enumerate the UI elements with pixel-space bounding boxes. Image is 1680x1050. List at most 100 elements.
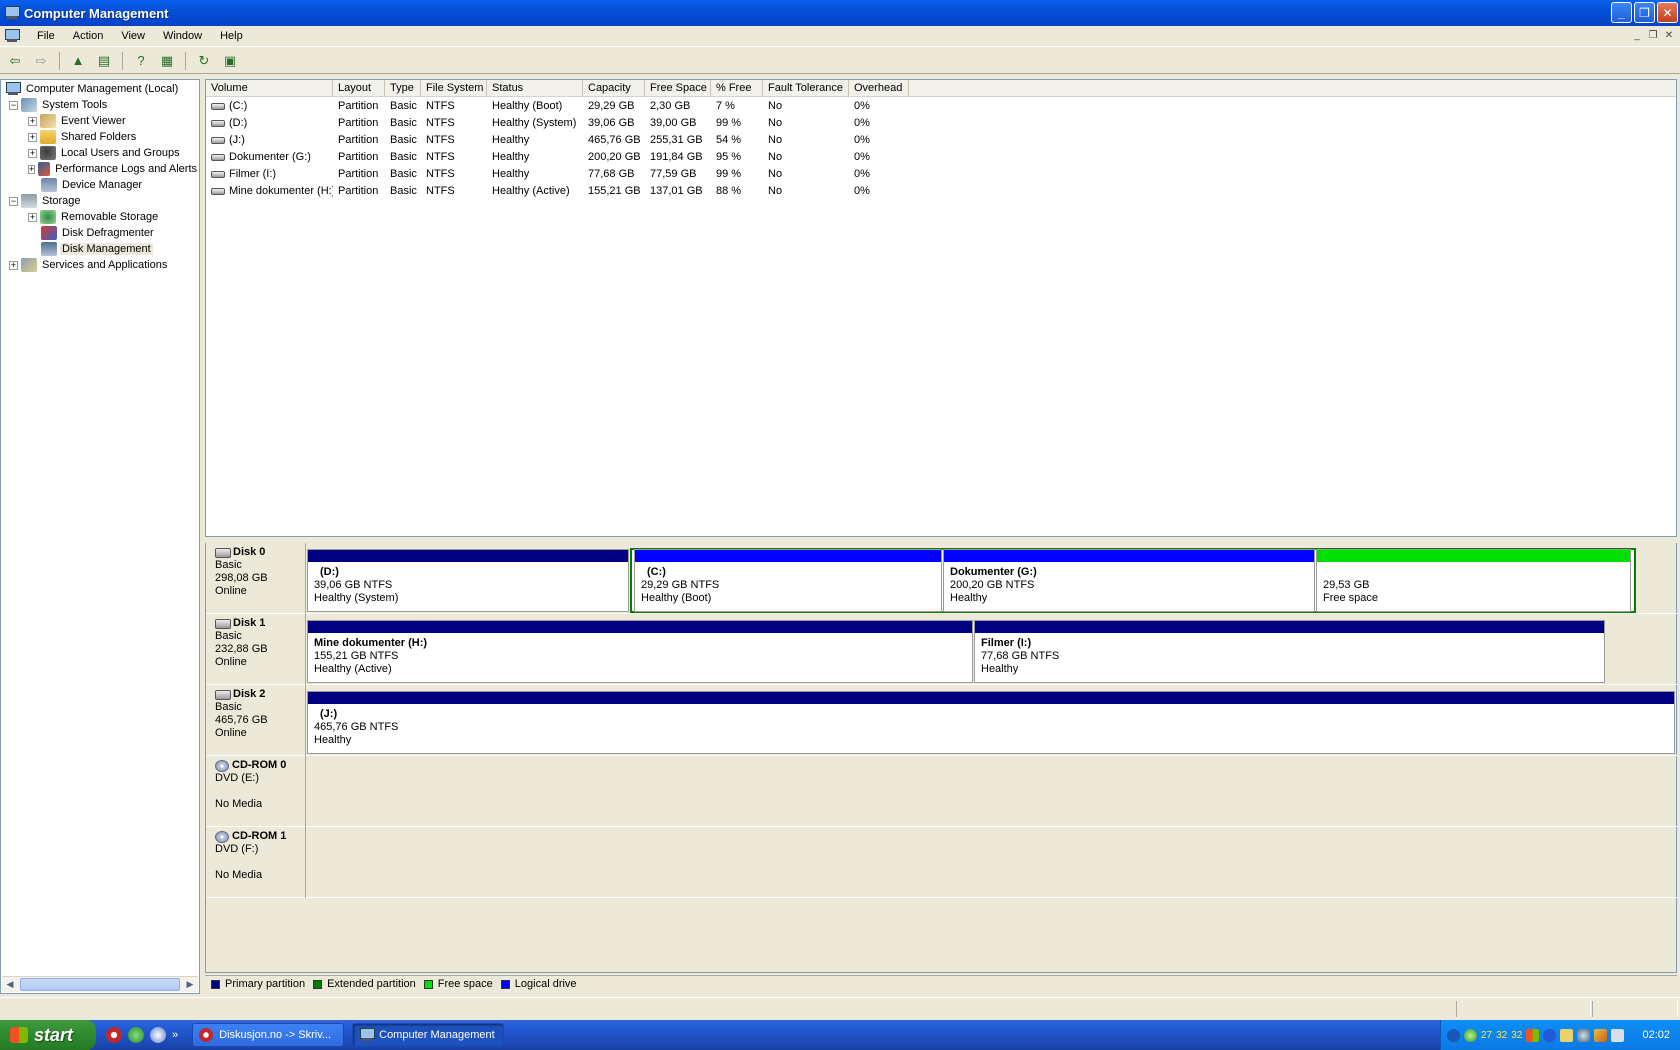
taskbar-item-browser[interactable]: Diskusjon.no -> Skriv... xyxy=(192,1023,345,1047)
child-close-button[interactable]: ✕ xyxy=(1662,29,1676,43)
disk-graphical-view[interactable]: Disk 0 Basic 298,08 GB Online (D:) 39,06 … xyxy=(205,543,1678,973)
partition-d[interactable]: (D:) 39,06 GB NTFS Healthy (System) xyxy=(307,549,629,612)
column-capacity[interactable]: Capacity xyxy=(583,80,645,97)
column-fault-tolerance[interactable]: Fault Tolerance xyxy=(763,80,849,97)
disk-info[interactable]: Disk 2 Basic 465,76 GB Online xyxy=(206,685,306,756)
restore-button[interactable]: ❐ xyxy=(1634,2,1655,23)
tree-item-root[interactable]: Computer Management (Local) xyxy=(5,81,180,97)
messenger-icon[interactable] xyxy=(128,1027,144,1043)
tray-app-icon[interactable] xyxy=(1526,1028,1540,1042)
tray-temperature[interactable]: 27 xyxy=(1481,1030,1492,1041)
expand-icon[interactable]: + xyxy=(28,212,37,222)
disk-row[interactable]: Disk 2 Basic 465,76 GB Online (J:) 465,76… xyxy=(206,685,1678,756)
tray-app-icon[interactable] xyxy=(1560,1028,1574,1042)
table-row[interactable]: Dokumenter (G:) Partition Basic NTFS Hea… xyxy=(206,149,1676,166)
cdrom-row[interactable]: CD-ROM 1 DVD (F:) No Media xyxy=(206,827,1678,898)
cdrom-info[interactable]: CD-ROM 0 DVD (E:) No Media xyxy=(206,756,306,827)
back-arrow-icon[interactable]: ⇦ xyxy=(4,51,26,71)
expand-icon[interactable]: + xyxy=(28,116,37,126)
help-icon[interactable]: ? xyxy=(130,51,152,71)
expand-icon[interactable]: + xyxy=(28,132,37,142)
document-icon[interactable] xyxy=(4,29,20,43)
collapse-icon[interactable]: − xyxy=(9,100,18,110)
tray-expand-icon[interactable] xyxy=(1447,1028,1460,1042)
menu-view[interactable]: View xyxy=(112,30,154,42)
partition-g[interactable]: Dokumenter (G:) 200,20 GB NTFS Healthy xyxy=(943,549,1315,612)
tree-item-event-viewer[interactable]: + Event Viewer xyxy=(28,113,128,129)
column-percent-free[interactable]: % Free xyxy=(711,80,763,97)
volume-list[interactable]: Volume Layout Type File System Status Ca… xyxy=(205,79,1677,537)
tree-horizontal-scrollbar[interactable]: ◀ ▶ xyxy=(2,976,198,992)
child-restore-button[interactable]: ❐ xyxy=(1646,29,1660,43)
column-layout[interactable]: Layout xyxy=(333,80,385,97)
tree-item-device-manager[interactable]: Device Manager xyxy=(41,177,144,193)
menu-window[interactable]: Window xyxy=(154,30,211,42)
opera-icon[interactable] xyxy=(106,1027,122,1043)
partition-j[interactable]: (J:) 465,76 GB NTFS Healthy xyxy=(307,691,1675,754)
column-type[interactable]: Type xyxy=(385,80,421,97)
partition-i[interactable]: Filmer (I:) 77,68 GB NTFS Healthy xyxy=(974,620,1605,683)
refresh-icon[interactable]: ↻ xyxy=(193,51,215,71)
column-status[interactable]: Status xyxy=(487,80,583,97)
export-icon[interactable]: ▣ xyxy=(219,51,241,71)
table-row[interactable]: (D:) Partition Basic NTFS Healthy (Syste… xyxy=(206,115,1676,132)
scroll-left-icon[interactable]: ◀ xyxy=(2,977,18,992)
menu-file[interactable]: File xyxy=(28,30,64,42)
disk-row[interactable]: Disk 0 Basic 298,08 GB Online (D:) 39,06 … xyxy=(206,543,1678,614)
tree-item-removable-storage[interactable]: + Removable Storage xyxy=(28,209,160,225)
show-hide-tree-icon[interactable]: ▤ xyxy=(93,51,115,71)
bluetooth-icon[interactable] xyxy=(1543,1028,1557,1042)
tray-app-icon[interactable] xyxy=(1594,1028,1608,1042)
collapse-icon[interactable]: − xyxy=(9,196,18,206)
forward-arrow-icon[interactable]: ⇨ xyxy=(30,51,52,71)
tray-app-icon[interactable] xyxy=(1577,1028,1591,1042)
quick-launch-more-icon[interactable]: » xyxy=(172,1029,178,1041)
partition-c[interactable]: (C:) 29,29 GB NTFS Healthy (Boot) xyxy=(634,549,942,612)
minimize-button[interactable]: _ xyxy=(1611,2,1632,23)
tree-item-storage[interactable]: − Storage xyxy=(9,193,83,209)
free-space-region[interactable]: 29,53 GB Free space xyxy=(1316,549,1631,612)
menu-action[interactable]: Action xyxy=(64,30,113,42)
child-minimize-button[interactable]: _ xyxy=(1630,29,1644,43)
start-button[interactable]: start xyxy=(0,1020,96,1050)
disk-info[interactable]: Disk 0 Basic 298,08 GB Online xyxy=(206,543,306,614)
column-file-system[interactable]: File System xyxy=(421,80,487,97)
column-free-space[interactable]: Free Space xyxy=(645,80,711,97)
disk-info[interactable]: Disk 1 Basic 232,88 GB Online xyxy=(206,614,306,685)
table-row[interactable]: Mine dokumenter (H:) Partition Basic NTF… xyxy=(206,183,1676,200)
tree-item-disk-defragmenter[interactable]: Disk Defragmenter xyxy=(41,225,156,241)
table-row[interactable]: (C:) Partition Basic NTFS Healthy (Boot)… xyxy=(206,98,1676,115)
tree-item-system-tools[interactable]: − System Tools xyxy=(9,97,109,113)
tray-temperature[interactable]: 32 xyxy=(1496,1030,1507,1041)
network-icon[interactable] xyxy=(1464,1028,1477,1042)
tree-item-services[interactable]: + Services and Applications xyxy=(9,257,169,273)
expand-icon[interactable]: + xyxy=(28,148,37,158)
cdrom-row[interactable]: CD-ROM 0 DVD (E:) No Media xyxy=(206,756,1678,827)
scroll-right-icon[interactable]: ▶ xyxy=(182,977,198,992)
cdrom-info[interactable]: CD-ROM 1 DVD (F:) No Media xyxy=(206,827,306,898)
tree-item-shared-folders[interactable]: + Shared Folders xyxy=(28,129,138,145)
clock[interactable]: 02:02 xyxy=(1642,1029,1670,1041)
close-button[interactable]: ✕ xyxy=(1657,2,1678,23)
expand-icon[interactable]: + xyxy=(9,260,18,270)
expand-icon[interactable]: + xyxy=(28,164,36,174)
column-overhead[interactable]: Overhead xyxy=(849,80,909,97)
title-bar[interactable]: Computer Management _ ❐ ✕ xyxy=(0,0,1680,26)
properties-icon[interactable]: ▦ xyxy=(156,51,178,71)
tree-item-local-users[interactable]: + Local Users and Groups xyxy=(28,145,182,161)
disk-row[interactable]: Disk 1 Basic 232,88 GB Online Mine dokum… xyxy=(206,614,1678,685)
tray-temperature[interactable]: 32 xyxy=(1511,1030,1522,1041)
partition-h[interactable]: Mine dokumenter (H:) 155,21 GB NTFS Health… xyxy=(307,620,973,683)
up-folder-icon[interactable]: ▲ xyxy=(67,51,89,71)
scroll-thumb[interactable] xyxy=(20,978,180,991)
table-row[interactable]: (J:) Partition Basic NTFS Healthy 465,76… xyxy=(206,132,1676,149)
column-volume[interactable]: Volume xyxy=(206,80,333,97)
console-tree[interactable]: Computer Management (Local) − System Too… xyxy=(0,79,200,994)
browser-icon[interactable] xyxy=(150,1027,166,1043)
menu-help[interactable]: Help xyxy=(211,30,252,42)
tree-item-performance-logs[interactable]: + Performance Logs and Alerts xyxy=(28,161,199,177)
taskbar-item-computer-management[interactable]: Computer Management xyxy=(352,1023,505,1047)
tree-item-disk-management[interactable]: Disk Management xyxy=(41,241,153,257)
table-row[interactable]: Filmer (I:) Partition Basic NTFS Healthy… xyxy=(206,166,1676,183)
volume-icon[interactable] xyxy=(1611,1028,1625,1042)
